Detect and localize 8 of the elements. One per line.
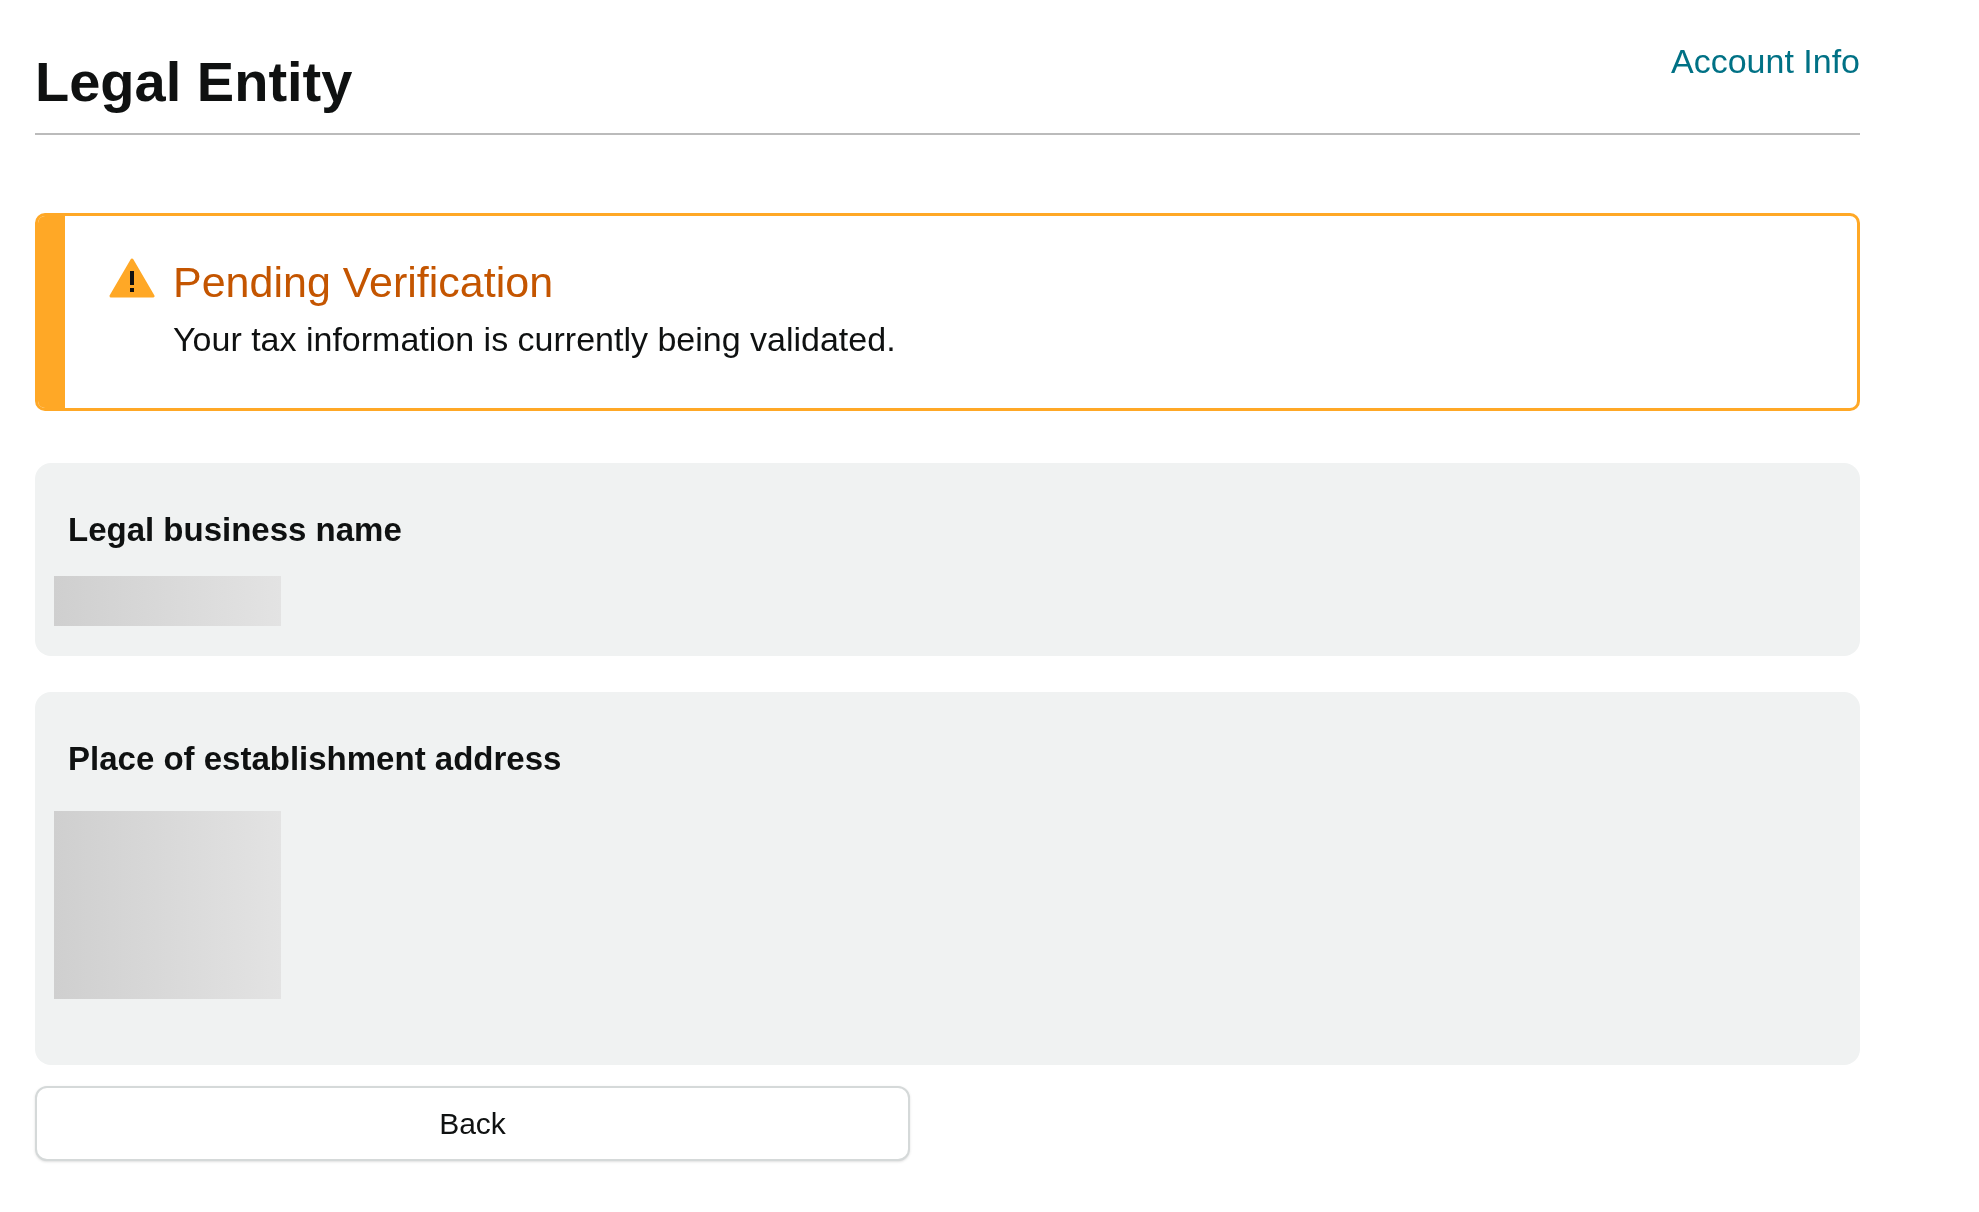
account-info-link[interactable]: Account Info <box>1671 36 1860 117</box>
alert-title: Pending Verification <box>173 257 555 308</box>
section-label: Place of establishment address <box>68 739 563 775</box>
back-button[interactable]: Back <box>35 1086 910 1161</box>
page-title: Legal Entity <box>35 49 353 115</box>
warning-icon <box>109 258 155 298</box>
alert-message: Your tax information is currently being validated. <box>173 318 896 360</box>
section-label: Legal business name <box>68 510 403 546</box>
